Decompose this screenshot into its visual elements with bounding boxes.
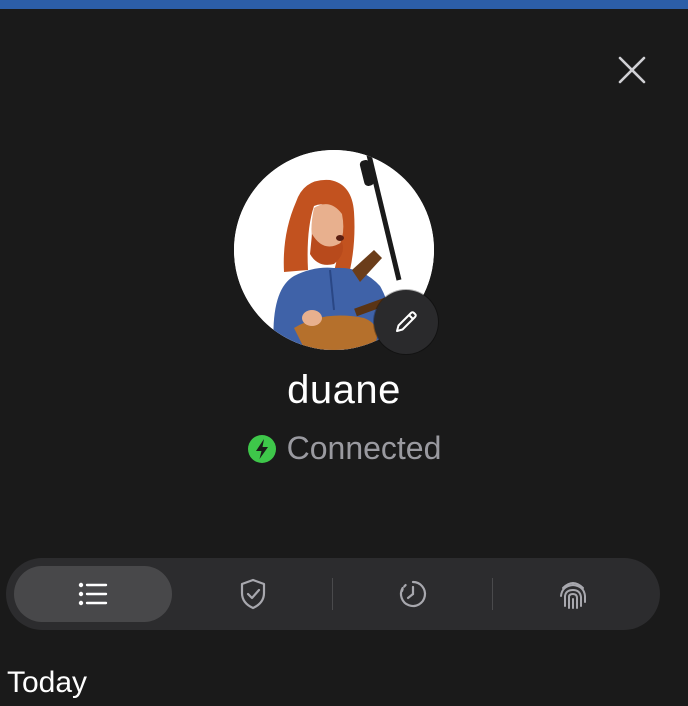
tab-list[interactable]	[14, 566, 172, 622]
pencil-icon	[396, 311, 417, 332]
fingerprint-icon	[560, 582, 586, 609]
close-button[interactable]	[612, 50, 652, 90]
tab-divider	[492, 578, 493, 610]
profile-username: duane	[287, 368, 401, 412]
edit-avatar-button[interactable]	[374, 290, 438, 354]
connection-status: Connected	[0, 430, 688, 467]
tab-divider	[332, 578, 333, 610]
clock-icon	[399, 580, 427, 608]
list-icon	[78, 582, 108, 606]
section-title-today: Today	[7, 666, 88, 699]
avatar-container	[234, 150, 438, 354]
status-text: Connected	[286, 430, 442, 466]
tab-security[interactable]	[174, 566, 332, 622]
tab-history[interactable]	[334, 566, 492, 622]
tab-bar	[6, 558, 660, 630]
bolt-icon	[247, 434, 277, 464]
close-icon	[618, 56, 646, 84]
tab-biometrics[interactable]	[494, 566, 652, 622]
window-top-accent	[0, 0, 688, 9]
shield-check-icon	[240, 578, 266, 610]
